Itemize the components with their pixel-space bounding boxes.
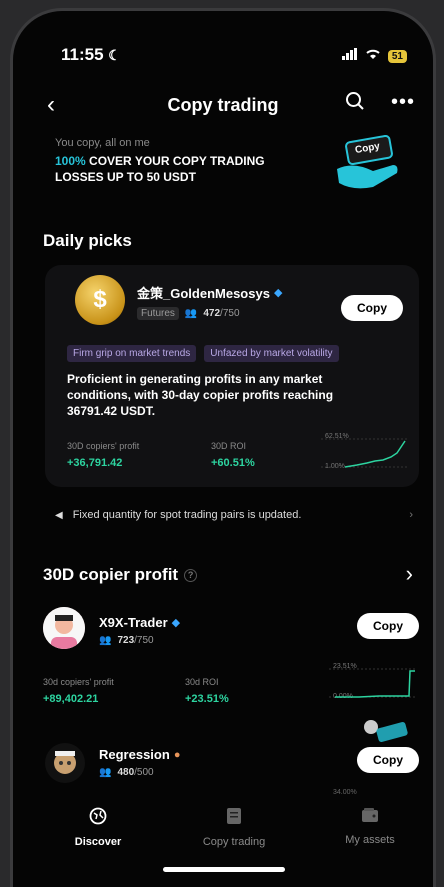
roi-sparkline: 62.51% 1.00% bbox=[321, 433, 407, 473]
verified-icon: ◆ bbox=[273, 287, 283, 299]
daily-pick-card[interactable]: $ 金策_GoldenMesosys ◆ Futures 👥 472/750 C… bbox=[45, 265, 419, 487]
copy-button[interactable]: Copy bbox=[357, 613, 419, 639]
copier-count: 723 bbox=[117, 635, 135, 646]
trader-meta: 👥 480/500 bbox=[99, 767, 180, 778]
speaker-icon: ◀ bbox=[55, 509, 63, 521]
trader-avatar bbox=[43, 607, 85, 649]
screen: 11:55 ☾ 51 ‹ Copy trading ••• You copy, … bbox=[13, 11, 433, 887]
signal-icon bbox=[341, 47, 358, 65]
navigation-bar: ‹ Copy trading ••• bbox=[13, 89, 433, 123]
moon-icon: ☾ bbox=[108, 47, 121, 63]
trader-name: X9X-Trader bbox=[99, 615, 168, 630]
trader-meta: 👥 723/750 bbox=[99, 635, 180, 646]
roi-value: +23.51% bbox=[185, 693, 229, 705]
tab-label: Discover bbox=[74, 836, 122, 848]
banner-line-1: COVER YOUR COPY TRADING bbox=[85, 154, 265, 168]
banner-line-2: LOSSES UP TO 50 USDT bbox=[55, 170, 196, 184]
copy-hand-illustration: Copy bbox=[333, 134, 403, 193]
flame-icon: ● bbox=[173, 748, 181, 761]
roi-stat: 30D ROI +60.51% bbox=[211, 441, 255, 469]
chart-high-label: 34.00% bbox=[333, 789, 357, 796]
roi-stat: 30d ROI +23.51% bbox=[185, 677, 229, 705]
trader-info: X9X-Trader ◆ 👥 723/750 bbox=[99, 615, 180, 646]
battery-icon: 51 bbox=[387, 49, 407, 63]
floating-copy-widget[interactable] bbox=[359, 717, 409, 747]
trader-info: 金策_GoldenMesosys ◆ Futures 👥 472/750 bbox=[137, 283, 282, 320]
trader-description: Proficient in generating profits in any … bbox=[67, 372, 334, 418]
roi-value: +60.51% bbox=[211, 457, 255, 469]
daily-picks-title: Daily picks bbox=[43, 231, 132, 250]
trader-tags: Firm grip on market trends Unfazed by ma… bbox=[67, 345, 339, 362]
copy-button[interactable]: Copy bbox=[341, 295, 403, 321]
tag: Unfazed by market volatility bbox=[204, 345, 339, 362]
trader-avatar bbox=[45, 743, 85, 783]
copier-profit-title: 30D copier profit bbox=[43, 565, 179, 584]
banner-headline: 100% COVER YOUR COPY TRADING LOSSES UP T… bbox=[55, 153, 315, 185]
home-indicator[interactable] bbox=[163, 867, 285, 872]
people-icon: 👥 bbox=[184, 308, 198, 319]
tab-my-assets[interactable]: My assets bbox=[335, 807, 405, 846]
tab-label: My assets bbox=[345, 834, 395, 846]
notice-bar[interactable]: ◀ Fixed quantity for spot trading pairs … bbox=[55, 509, 413, 521]
wifi-icon bbox=[365, 47, 381, 65]
wallet-icon bbox=[335, 807, 405, 828]
profit-label: 30d copiers' profit bbox=[43, 677, 114, 687]
status-bar: 11:55 ☾ 51 bbox=[13, 45, 433, 69]
info-icon[interactable]: ? bbox=[184, 568, 198, 582]
people-icon: 👥 bbox=[99, 767, 112, 778]
profit-label: 30D copiers' profit bbox=[67, 441, 140, 451]
banner-accent: 100% bbox=[55, 154, 86, 168]
copier-max: /500 bbox=[134, 767, 154, 778]
bottom-navigation: Discover Copy trading My assets bbox=[13, 807, 433, 867]
copier-profit-header[interactable]: 30D copier profit ? bbox=[43, 565, 198, 585]
copier-count: 480 bbox=[117, 767, 135, 778]
globe-icon bbox=[63, 807, 133, 830]
people-icon: 👥 bbox=[99, 635, 112, 646]
promo-banner[interactable]: You copy, all on me 100% COVER YOUR COPY… bbox=[55, 137, 315, 185]
copier-max: /750 bbox=[220, 308, 240, 319]
roi-sparkline: 23.51% 0.00% bbox=[329, 663, 415, 703]
verified-icon: ◆ bbox=[171, 617, 181, 629]
search-icon[interactable] bbox=[345, 91, 365, 117]
profit-value: +89,402.21 bbox=[43, 693, 99, 705]
more-icon[interactable]: ••• bbox=[391, 91, 415, 117]
tab-label: Copy trading bbox=[202, 836, 266, 848]
futures-badge: Futures bbox=[137, 307, 179, 320]
chevron-right-icon: › bbox=[409, 509, 413, 521]
status-icons: 51 bbox=[341, 47, 407, 65]
trader-name: 金策_GoldenMesosys bbox=[137, 286, 270, 301]
trader-name: Regression bbox=[99, 747, 170, 762]
notice-text: Fixed quantity for spot trading pairs is… bbox=[72, 509, 302, 521]
profit-stat: 30D copiers' profit +36,791.42 bbox=[67, 441, 139, 469]
copier-count: 472 bbox=[203, 308, 221, 319]
tab-discover[interactable]: Discover bbox=[63, 807, 133, 848]
chevron-right-icon[interactable]: › bbox=[406, 561, 413, 587]
status-time: 11:55 ☾ bbox=[61, 45, 121, 64]
document-icon bbox=[189, 807, 279, 830]
trader-info: Regression ● 👥 480/500 bbox=[99, 747, 180, 778]
roi-label: 30d ROI bbox=[185, 677, 219, 687]
nav-actions: ••• bbox=[345, 91, 415, 117]
copy-button[interactable]: Copy bbox=[357, 747, 419, 773]
phone-frame: 11:55 ☾ 51 ‹ Copy trading ••• You copy, … bbox=[10, 8, 436, 887]
gold-coin-avatar: $ bbox=[75, 275, 125, 325]
roi-label: 30D ROI bbox=[211, 441, 247, 451]
profit-value: +36,791.42 bbox=[67, 457, 123, 469]
banner-subtitle: You copy, all on me bbox=[55, 137, 150, 149]
profit-stat: 30d copiers' profit +89,402.21 bbox=[43, 677, 114, 705]
copier-max: /750 bbox=[134, 635, 154, 646]
tag: Firm grip on market trends bbox=[67, 345, 197, 362]
tab-copy-trading[interactable]: Copy trading bbox=[189, 807, 279, 848]
trader-meta: Futures 👥 472/750 bbox=[137, 307, 282, 320]
